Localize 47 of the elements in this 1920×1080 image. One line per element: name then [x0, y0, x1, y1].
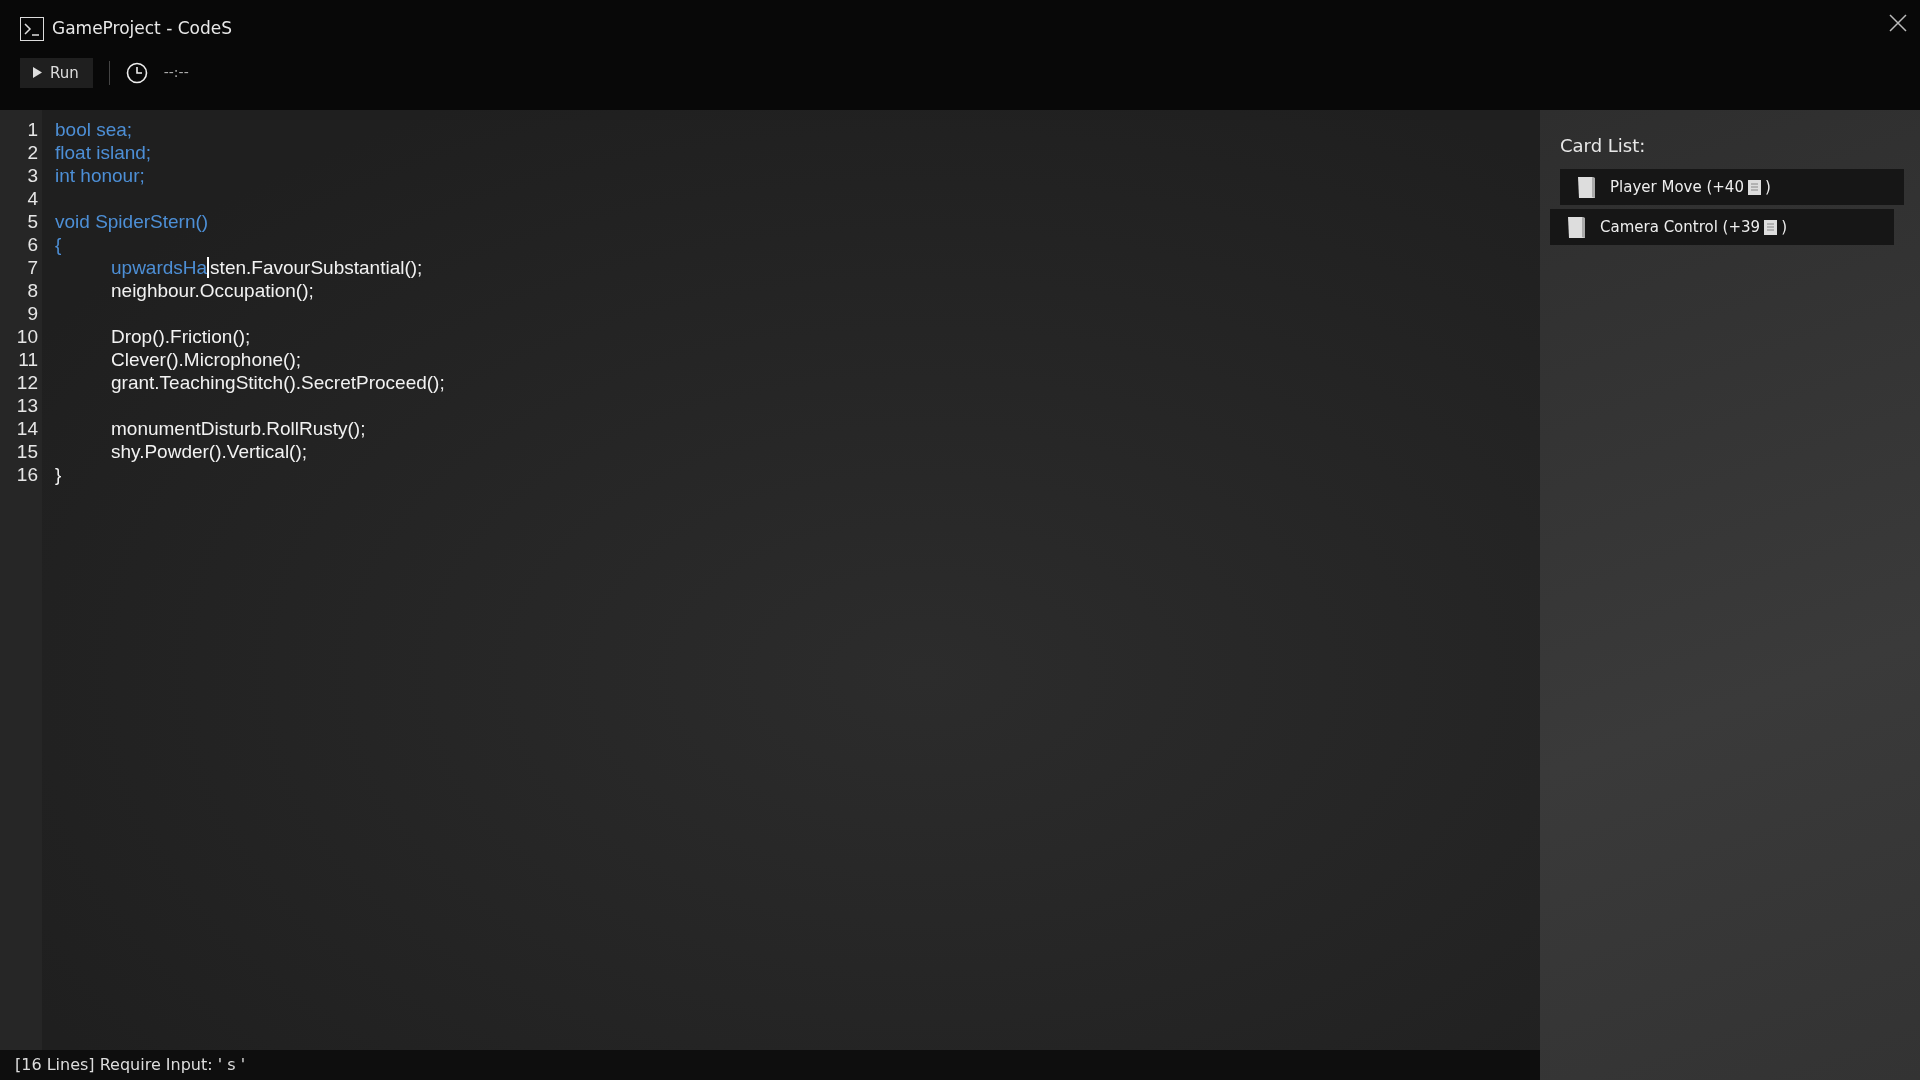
line-number: 7	[27, 257, 38, 278]
page-icon	[1764, 219, 1778, 235]
status-text: [16 Lines] Require Input: ' s '	[0, 1050, 1540, 1080]
line-number: 8	[27, 280, 38, 301]
play-icon	[32, 67, 42, 79]
typed-code: bool sea;	[55, 118, 133, 141]
page-icon	[1747, 179, 1761, 195]
typed-code: int honour;	[55, 164, 145, 187]
pending-code: shy.Powder().Vertical();	[111, 440, 308, 463]
run-button[interactable]: Run	[20, 57, 93, 88]
pending-code: Clever().Microphone();	[111, 348, 302, 371]
terminal-icon	[20, 16, 44, 41]
line-number: 13	[16, 395, 38, 416]
typed-code: {	[55, 233, 62, 256]
line-number: 16	[16, 464, 38, 485]
line-number: 1	[27, 119, 38, 140]
card-list-title: Card List:	[1560, 134, 1647, 158]
card-item[interactable]: Player Move (+40 )	[1560, 169, 1904, 205]
line-number: 14	[16, 418, 38, 439]
card-icon	[1566, 215, 1588, 239]
timer-text: --:--	[163, 63, 189, 83]
line-number: 4	[27, 188, 38, 209]
line-number: 12	[16, 372, 38, 393]
card-item[interactable]: Camera Control (+39 )	[1550, 209, 1894, 245]
line-number: 10	[16, 326, 38, 347]
line-number: 2	[27, 142, 38, 163]
pending-code: monumentDisturb.RollRusty();	[111, 417, 366, 440]
pending-code: }	[55, 463, 62, 486]
typed-code: upwardsHa	[111, 256, 208, 279]
pending-code: Drop().Friction();	[111, 325, 251, 348]
line-number: 11	[18, 349, 38, 370]
card-name: Player Move (+40 )	[1610, 176, 1771, 198]
clock-icon	[125, 61, 148, 84]
line-number: 3	[27, 165, 38, 186]
typed-code: float island;	[55, 141, 152, 164]
card-icon	[1576, 175, 1598, 199]
card-name: Camera Control (+39 )	[1600, 216, 1787, 238]
pending-code: sten.FavourSubstantial();	[210, 256, 423, 279]
line-number: 5	[27, 211, 38, 232]
line-number: 9	[27, 303, 38, 324]
close-icon	[1888, 12, 1908, 33]
typed-code: void SpiderStern()	[55, 210, 209, 233]
window-title: GameProject - CodeS	[52, 17, 233, 40]
line-number: 15	[16, 441, 38, 462]
line-number: 6	[27, 234, 38, 255]
pending-code: grant.TeachingStitch().SecretProceed();	[111, 371, 445, 394]
pending-code: neighbour.Occupation();	[111, 279, 314, 302]
